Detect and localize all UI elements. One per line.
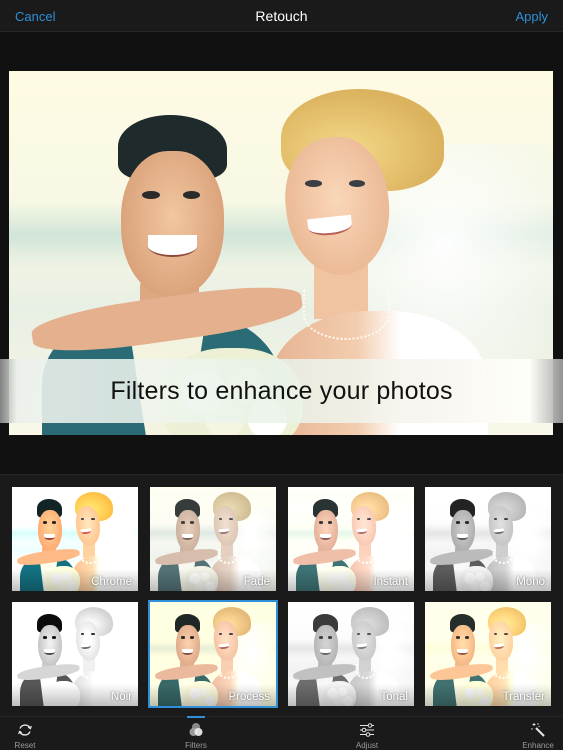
enhance-label: Enhance bbox=[522, 741, 554, 750]
filter-label: Noir bbox=[110, 691, 132, 703]
filter-thumb-mono[interactable]: Mono bbox=[425, 487, 551, 591]
filters-panel: Chrome Fade Instant Mono Noir Process To… bbox=[0, 474, 563, 716]
page-title: Retouch bbox=[255, 8, 308, 24]
filter-thumb-chrome[interactable]: Chrome bbox=[12, 487, 138, 591]
filter-label: Process bbox=[228, 691, 270, 703]
cancel-button[interactable]: Cancel bbox=[15, 9, 55, 24]
filter-label: Instant bbox=[373, 576, 408, 588]
filter-thumb-tonal[interactable]: Tonal bbox=[288, 602, 414, 706]
filter-label: Tonal bbox=[380, 691, 409, 703]
reset-label: Reset bbox=[14, 741, 36, 750]
filters-tab[interactable]: Filters bbox=[166, 717, 226, 750]
filter-label: Transfer bbox=[502, 691, 545, 703]
adjust-label: Adjust bbox=[355, 741, 379, 750]
filter-thumb-fade[interactable]: Fade bbox=[150, 487, 276, 591]
filter-thumb-transfer[interactable]: Transfer bbox=[425, 602, 551, 706]
filter-label: Mono bbox=[516, 576, 545, 588]
caption-banner: Filters to enhance your photos bbox=[0, 359, 563, 423]
magic-wand-icon bbox=[531, 723, 545, 737]
reset-button[interactable]: Reset bbox=[0, 717, 55, 750]
apply-button[interactable]: Apply bbox=[515, 9, 548, 24]
filter-label: Chrome bbox=[91, 576, 132, 588]
reset-icon bbox=[18, 724, 32, 736]
filter-thumb-instant[interactable]: Instant bbox=[288, 487, 414, 591]
sliders-icon bbox=[360, 723, 374, 737]
enhance-button[interactable]: Enhance bbox=[508, 717, 563, 750]
adjust-tab[interactable]: Adjust bbox=[337, 717, 397, 750]
filter-label: Fade bbox=[243, 576, 270, 588]
bottom-toolbar: Reset Filters Adjust Enhance bbox=[0, 716, 563, 750]
navigation-bar: Cancel Retouch Apply bbox=[0, 0, 563, 32]
filters-label: Filters bbox=[185, 741, 207, 750]
filters-icon bbox=[189, 723, 203, 736]
filter-thumb-noir[interactable]: Noir bbox=[12, 602, 138, 706]
caption-text: Filters to enhance your photos bbox=[110, 376, 453, 405]
filter-thumb-process[interactable]: Process bbox=[148, 600, 278, 708]
